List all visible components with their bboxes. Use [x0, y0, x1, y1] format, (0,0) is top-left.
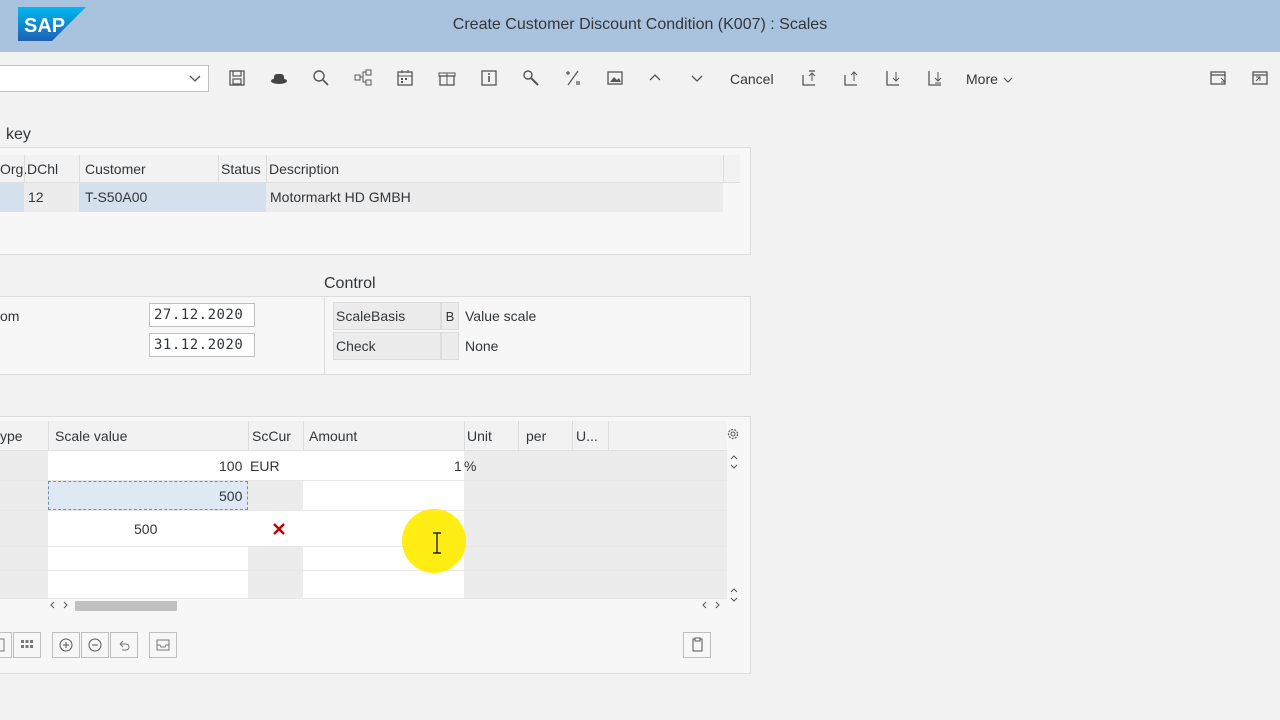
col-amount: Amount	[309, 428, 358, 444]
vertical-scrollbar[interactable]	[727, 451, 741, 610]
cell-description: Motormarkt HD GMBH	[270, 189, 411, 205]
chevron-down-icon	[1003, 77, 1013, 84]
col-unit: Unit	[467, 428, 492, 444]
new-window-icon[interactable]	[1208, 68, 1228, 88]
table-row[interactable]	[0, 571, 727, 599]
app-title: Create Customer Discount Condition (K007…	[452, 16, 828, 33]
col-per: per	[526, 428, 547, 444]
col-status: Status	[221, 161, 261, 177]
save-icon[interactable]	[227, 68, 247, 88]
image-icon[interactable]	[605, 68, 625, 88]
plus-circle-icon	[59, 638, 73, 652]
text-cursor-icon	[433, 532, 441, 554]
org-structure-icon[interactable]	[353, 68, 373, 88]
chevron-down-icon[interactable]	[687, 68, 707, 88]
scale-value-input[interactable]: 500	[219, 488, 242, 504]
valid-to-field[interactable]: 31.12.2020	[149, 333, 255, 357]
scale-basis-value[interactable]: B	[441, 302, 459, 330]
grid-view-button[interactable]	[13, 632, 41, 658]
scroll-up-icon[interactable]	[729, 453, 739, 473]
autocomplete-suggestion[interactable]: 500	[134, 521, 157, 537]
minus-circle-icon	[88, 638, 102, 652]
horizontal-scroll-thumb[interactable]	[75, 601, 177, 611]
check-label: Check	[336, 338, 376, 354]
info-icon[interactable]	[479, 68, 499, 88]
undo-icon	[119, 640, 130, 651]
shell-header: SAP Create Customer Discount Condition (…	[0, 0, 1280, 52]
check-value[interactable]	[441, 332, 459, 360]
copy-icon	[692, 637, 703, 652]
col-dchl: DChl	[27, 161, 59, 177]
scale-basis-text: Value scale	[465, 308, 537, 324]
last-page-icon[interactable]	[925, 68, 945, 88]
key-section-title: key	[6, 126, 31, 143]
chevron-up-icon[interactable]	[645, 68, 665, 88]
col-description: Description	[269, 161, 340, 177]
chevron-down-icon	[189, 75, 201, 82]
table-row[interactable]: 100 EUR 1 %	[0, 451, 727, 481]
table-row[interactable]: 12 T-S50A00 Motormarkt HD GMBH	[0, 183, 723, 212]
settings-gear-icon[interactable]	[726, 427, 740, 441]
scroll-left-icon[interactable]	[48, 600, 70, 610]
exit-fullscreen-icon[interactable]	[1250, 68, 1270, 88]
more-button[interactable]: More	[966, 71, 1014, 87]
scale-value-cell[interactable]: 100	[219, 458, 242, 474]
control-title: Control	[324, 275, 376, 292]
cell-dchl: 12	[28, 189, 44, 205]
scales-toolbar	[0, 628, 750, 672]
cancel-button[interactable]: Cancel	[730, 71, 774, 87]
valid-from-label: om	[0, 308, 20, 324]
check-text: None	[465, 338, 499, 354]
inbox-icon	[156, 639, 170, 651]
formula-icon[interactable]	[563, 68, 583, 88]
table-row[interactable]: 500	[0, 481, 727, 511]
table-row[interactable]	[0, 547, 727, 571]
col-sccur: ScCur	[252, 428, 291, 444]
gift-icon[interactable]	[437, 68, 457, 88]
toolbar: Cancel More	[0, 52, 1280, 106]
horizontal-scrollbar[interactable]	[48, 598, 741, 612]
select-all-button[interactable]	[0, 632, 12, 658]
command-field[interactable]	[0, 65, 209, 92]
previous-page-icon[interactable]	[841, 68, 861, 88]
scale-basis-label: ScaleBasis	[336, 308, 406, 324]
add-row-button[interactable]	[52, 632, 80, 658]
amount-cell[interactable]: 1	[454, 458, 462, 474]
copy-button[interactable]	[683, 632, 711, 658]
unit-cell[interactable]: %	[464, 458, 476, 474]
first-page-icon[interactable]	[799, 68, 819, 88]
valid-from-field[interactable]: 27.12.2020	[149, 303, 255, 327]
cell-customer: T-S50A00	[85, 189, 148, 205]
undo-button[interactable]	[110, 632, 138, 658]
grid-icon	[21, 640, 33, 648]
table-row[interactable]: 500	[0, 511, 727, 547]
search-icon[interactable]	[311, 68, 331, 88]
scales-header: ype Scale value ScCur Amount Unit per U.…	[0, 421, 727, 451]
scroll-right-icon[interactable]	[700, 600, 722, 610]
more-label: More	[966, 71, 998, 87]
calendar-icon[interactable]	[395, 68, 415, 88]
col-type: ype	[0, 428, 23, 444]
key-table-header: Org. DChl Customer Status Description	[0, 155, 740, 183]
sccur-cell[interactable]: EUR	[250, 458, 280, 474]
wrench-icon[interactable]	[521, 68, 541, 88]
col-scale-value: Scale value	[55, 428, 128, 444]
delete-x-icon[interactable]	[271, 521, 287, 537]
hat-icon[interactable]	[269, 68, 289, 88]
next-page-icon[interactable]	[883, 68, 903, 88]
remove-row-button[interactable]	[81, 632, 109, 658]
col-uom: U...	[576, 428, 598, 444]
col-customer: Customer	[85, 161, 146, 177]
configure-button[interactable]	[149, 632, 177, 658]
